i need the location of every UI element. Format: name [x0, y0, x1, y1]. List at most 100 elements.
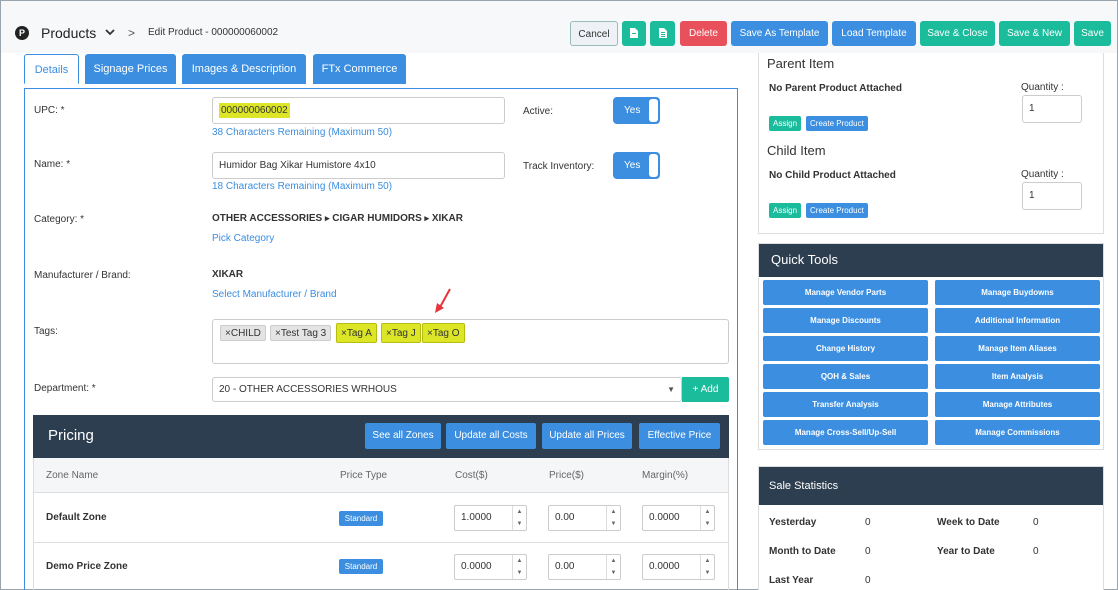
- parent-assign-button[interactable]: Assign: [769, 116, 802, 131]
- name-label: Name: *: [34, 159, 71, 170]
- document-list-icon[interactable]: [650, 21, 675, 46]
- spinner-icon[interactable]: ▲ ▼: [512, 555, 526, 579]
- column-header: Price Type: [340, 470, 388, 481]
- name-input[interactable]: Humidor Bag Xikar Humistore 4x10: [212, 152, 505, 179]
- stat-label: Yesterday: [769, 517, 817, 528]
- margin-value: 0.0000: [649, 561, 680, 572]
- document-icon[interactable]: [622, 21, 646, 46]
- active-toggle-value: Yes: [624, 105, 641, 116]
- save-as-template-button[interactable]: Save As Template: [731, 21, 828, 46]
- transfer-analysis-button[interactable]: Transfer Analysis: [763, 392, 928, 417]
- change-history-button[interactable]: Change History: [763, 336, 928, 361]
- save-button[interactable]: Save: [1074, 21, 1111, 46]
- department-label: Department: *: [34, 383, 96, 394]
- stat-label: Week to Date: [937, 517, 1000, 528]
- child-status: No Child Product Attached: [769, 170, 896, 181]
- tag-chip[interactable]: ×CHILD: [220, 325, 266, 341]
- child-create-product-button[interactable]: Create Product: [806, 203, 868, 218]
- stat-value: 0: [1033, 517, 1039, 528]
- pricing-header: Pricing See all Zones Update all Costs U…: [33, 415, 729, 458]
- stat-label: Year to Date: [937, 546, 995, 557]
- manage-commissions-button[interactable]: Manage Commissions: [935, 420, 1100, 445]
- tab-signage-prices[interactable]: Signage Prices: [85, 54, 176, 84]
- additional-information-button[interactable]: Additional Information: [935, 308, 1100, 333]
- cost-input[interactable]: 1.0000 ▲ ▼: [454, 505, 527, 531]
- parent-create-product-button[interactable]: Create Product: [806, 116, 868, 131]
- effective-price-button[interactable]: Effective Price: [639, 423, 720, 449]
- add-department-button[interactable]: + Add: [682, 377, 729, 402]
- save-and-close-button[interactable]: Save & Close: [920, 21, 995, 46]
- tag-chip[interactable]: ×Tag A: [336, 323, 377, 343]
- update-all-costs-button[interactable]: Update all Costs: [446, 423, 536, 449]
- load-template-button[interactable]: Load Template: [832, 21, 916, 46]
- manage-cross-sell-button[interactable]: Manage Cross-Sell/Up-Sell: [763, 420, 928, 445]
- column-header: Price($): [549, 470, 585, 481]
- cancel-button[interactable]: Cancel: [570, 21, 618, 46]
- dropdown-caret-icon: ▼: [667, 385, 675, 394]
- category-level-3: XIKAR: [431, 213, 463, 224]
- manage-item-aliases-button[interactable]: Manage Item Aliases: [935, 336, 1100, 361]
- pricing-title: Pricing: [48, 427, 94, 444]
- chevron-down-icon[interactable]: [104, 26, 116, 41]
- cost-input[interactable]: 0.0000 ▲ ▼: [454, 554, 527, 580]
- manage-vendor-parts-button[interactable]: Manage Vendor Parts: [763, 280, 928, 305]
- breadcrumb: Edit Product - 000000060002: [148, 27, 279, 38]
- manage-attributes-button[interactable]: Manage Attributes: [935, 392, 1100, 417]
- update-all-prices-button[interactable]: Update all Prices: [542, 423, 632, 449]
- tab-ftx-commerce[interactable]: FTx Commerce: [313, 54, 406, 84]
- margin-input[interactable]: 0.0000 ▲ ▼: [642, 505, 715, 531]
- spinner-icon[interactable]: ▲ ▼: [700, 506, 714, 530]
- caret-right-icon: ▸: [324, 213, 330, 223]
- child-item-title: Child Item: [767, 143, 826, 158]
- stat-value: 0: [865, 517, 871, 528]
- price-input[interactable]: 0.00 ▲ ▼: [548, 554, 621, 580]
- department-value: 20 - OTHER ACCESSORIES WRHOUS: [219, 384, 397, 395]
- see-all-zones-button[interactable]: See all Zones: [365, 423, 441, 449]
- active-toggle[interactable]: Yes: [613, 97, 660, 124]
- price-type-badge: Standard: [339, 559, 383, 574]
- tags-input[interactable]: ×CHILD ×Test Tag 3 ×Tag A ×Tag J ×Tag O: [212, 319, 729, 364]
- spinner-icon[interactable]: ▲ ▼: [606, 555, 620, 579]
- pick-category-link[interactable]: Pick Category: [212, 233, 274, 244]
- tag-chip[interactable]: ×Tag J: [381, 323, 421, 343]
- manage-discounts-button[interactable]: Manage Discounts: [763, 308, 928, 333]
- tag-chip[interactable]: ×Test Tag 3: [270, 325, 332, 341]
- brand-label: Manufacturer / Brand:: [34, 270, 131, 281]
- toggle-knob: [649, 99, 658, 122]
- child-assign-button[interactable]: Assign: [769, 203, 802, 218]
- tag-chip[interactable]: ×Tag O: [422, 323, 465, 343]
- column-header: Zone Name: [46, 470, 99, 481]
- select-brand-link[interactable]: Select Manufacturer / Brand: [212, 289, 337, 300]
- department-select[interactable]: 20 - OTHER ACCESSORIES WRHOUS ▼: [212, 377, 682, 402]
- tag-label: Tag J: [391, 328, 416, 339]
- manage-buydowns-button[interactable]: Manage Buydowns: [935, 280, 1100, 305]
- track-inventory-toggle[interactable]: Yes: [613, 152, 660, 179]
- delete-button[interactable]: Delete: [680, 21, 727, 46]
- spinner-icon[interactable]: ▲ ▼: [606, 506, 620, 530]
- category-path: OTHER ACCESSORIES ▸ CIGAR HUMIDORS ▸ XIK…: [212, 213, 463, 224]
- stat-label: Last Year: [769, 575, 814, 586]
- breadcrumb-separator-icon: >: [128, 26, 136, 40]
- cost-value: 0.0000: [461, 561, 492, 572]
- price-type-badge: Standard: [339, 511, 383, 526]
- price-input[interactable]: 0.00 ▲ ▼: [548, 505, 621, 531]
- margin-value: 0.0000: [649, 512, 680, 523]
- upc-remaining: 38 Characters Remaining (Maximum 50): [212, 127, 393, 138]
- stat-value: 0: [865, 546, 871, 557]
- upc-input[interactable]: 000000060002: [212, 97, 505, 124]
- tag-label: Tag O: [432, 328, 460, 339]
- margin-input[interactable]: 0.0000 ▲ ▼: [642, 554, 715, 580]
- qoh-sales-button[interactable]: QOH & Sales: [763, 364, 928, 389]
- tab-images-description[interactable]: Images & Description: [182, 54, 306, 84]
- price-value: 0.00: [555, 561, 575, 572]
- page-title: Products: [41, 25, 97, 41]
- child-quantity-input[interactable]: 1: [1022, 182, 1082, 210]
- parent-quantity-input[interactable]: 1: [1022, 95, 1082, 123]
- track-inventory-label: Track Inventory:: [523, 161, 595, 172]
- save-and-new-button[interactable]: Save & New: [999, 21, 1070, 46]
- spinner-icon[interactable]: ▲ ▼: [700, 555, 714, 579]
- tab-details[interactable]: Details: [24, 54, 79, 84]
- tags-label: Tags:: [34, 326, 58, 337]
- spinner-icon[interactable]: ▲ ▼: [512, 506, 526, 530]
- item-analysis-button[interactable]: Item Analysis: [935, 364, 1100, 389]
